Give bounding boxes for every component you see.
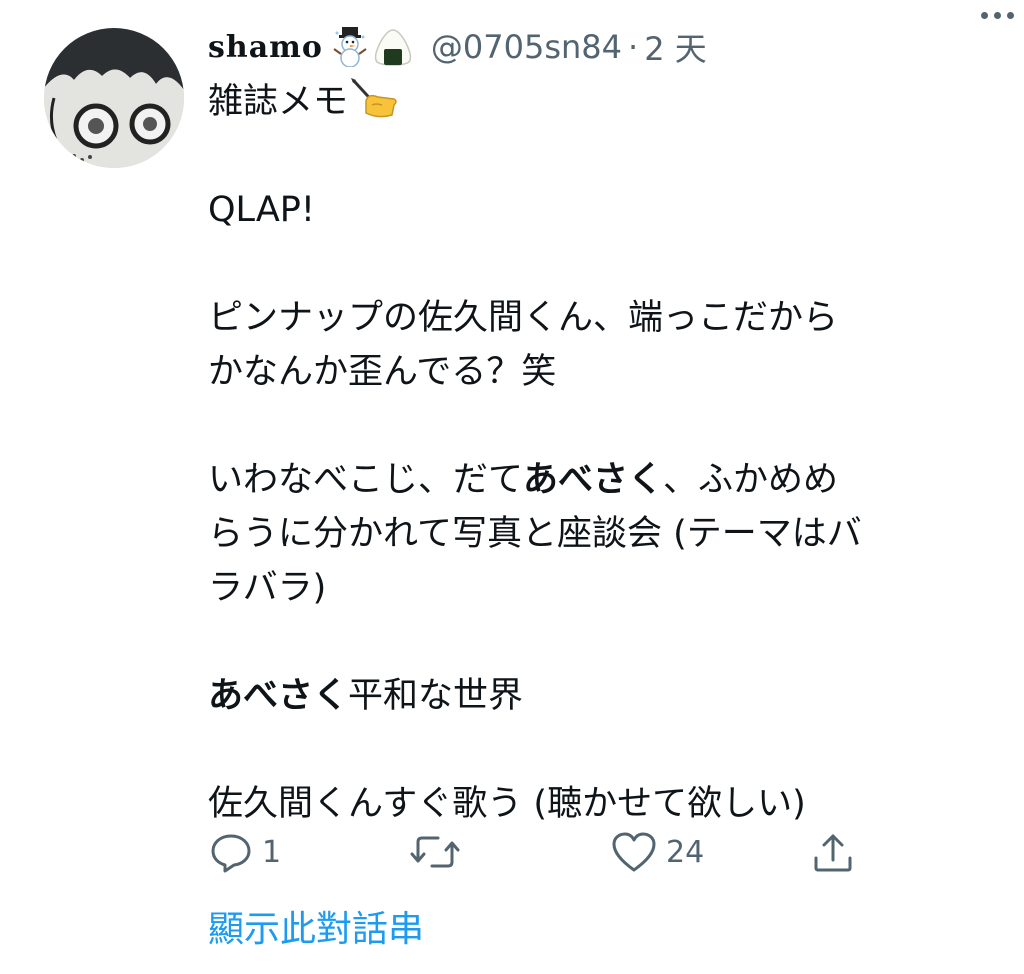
heart-icon	[612, 832, 656, 872]
retweet-button[interactable]	[408, 830, 470, 874]
tweet-line: 佐久間くんすぐ歌う (聴かせて欲しい)	[208, 784, 806, 824]
more-options-icon[interactable]	[981, 12, 1014, 19]
share-icon	[814, 834, 852, 872]
more-dot	[981, 12, 988, 19]
display-name[interactable]: shamo	[208, 30, 323, 65]
tweet-line: いわなべこじ、だてあべさく、ふかめめ	[208, 453, 988, 507]
more-dot	[1007, 12, 1014, 19]
name-emojis	[333, 27, 413, 67]
tweet-text-segment: 雑誌メモ	[208, 82, 349, 122]
reply-button[interactable]: 1	[208, 830, 281, 874]
tweet-line: 雑誌メモ	[208, 75, 988, 129]
show-thread-link[interactable]: 顯示此對話串	[208, 900, 424, 952]
tweet-line: ピンナップの佐久間くん、端っこだから	[208, 298, 839, 338]
tweet-actions: 1 24	[208, 830, 868, 880]
timestamp[interactable]: 2 天	[644, 24, 707, 70]
tweet-line: ラバラ)	[208, 568, 327, 608]
tweet-line: らうに分かれて写真と座談会 (テーマはバ	[208, 514, 862, 554]
avatar-illustration	[44, 28, 184, 168]
tweet-line: かなんか歪んでる？笑	[208, 352, 557, 392]
tweet-text: 雑誌メモ QLAP! ピンナップの佐久間くん、端っこだから かなんか歪んでる？笑…	[208, 75, 988, 831]
user-handle[interactable]: @0705sn84	[431, 28, 622, 66]
reply-count: 1	[262, 834, 282, 870]
tweet-text-segment: 平和な世界	[348, 676, 524, 716]
retweet-icon	[410, 836, 460, 868]
reply-icon	[211, 834, 251, 873]
writing-hand-icon	[351, 78, 397, 118]
tweet-text-segment: 、ふかめめ	[663, 460, 839, 500]
tweet-line: あべさく平和な世界	[208, 669, 988, 723]
snowman-icon	[333, 27, 367, 67]
more-dot	[994, 12, 1001, 19]
like-count: 24	[666, 834, 705, 870]
tweet-text-segment: いわなべこじ、だて	[208, 460, 524, 500]
tweet-line: QLAP!	[208, 190, 315, 230]
like-button[interactable]: 24	[610, 830, 704, 874]
rice-ball-icon	[374, 29, 412, 66]
tweet-header: shamo @0705sn84 · 2 天	[208, 22, 984, 72]
tweet-bold-text: あべさく	[523, 460, 664, 500]
tweet[interactable]: shamo @0705sn84 · 2 天 雑誌メモ QLAP! ピンナップの佐…	[0, 0, 1024, 974]
avatar[interactable]	[44, 28, 184, 168]
tweet-bold-text: あべさく	[208, 676, 349, 716]
share-button[interactable]	[810, 830, 864, 876]
separator-dot: ·	[628, 28, 639, 66]
